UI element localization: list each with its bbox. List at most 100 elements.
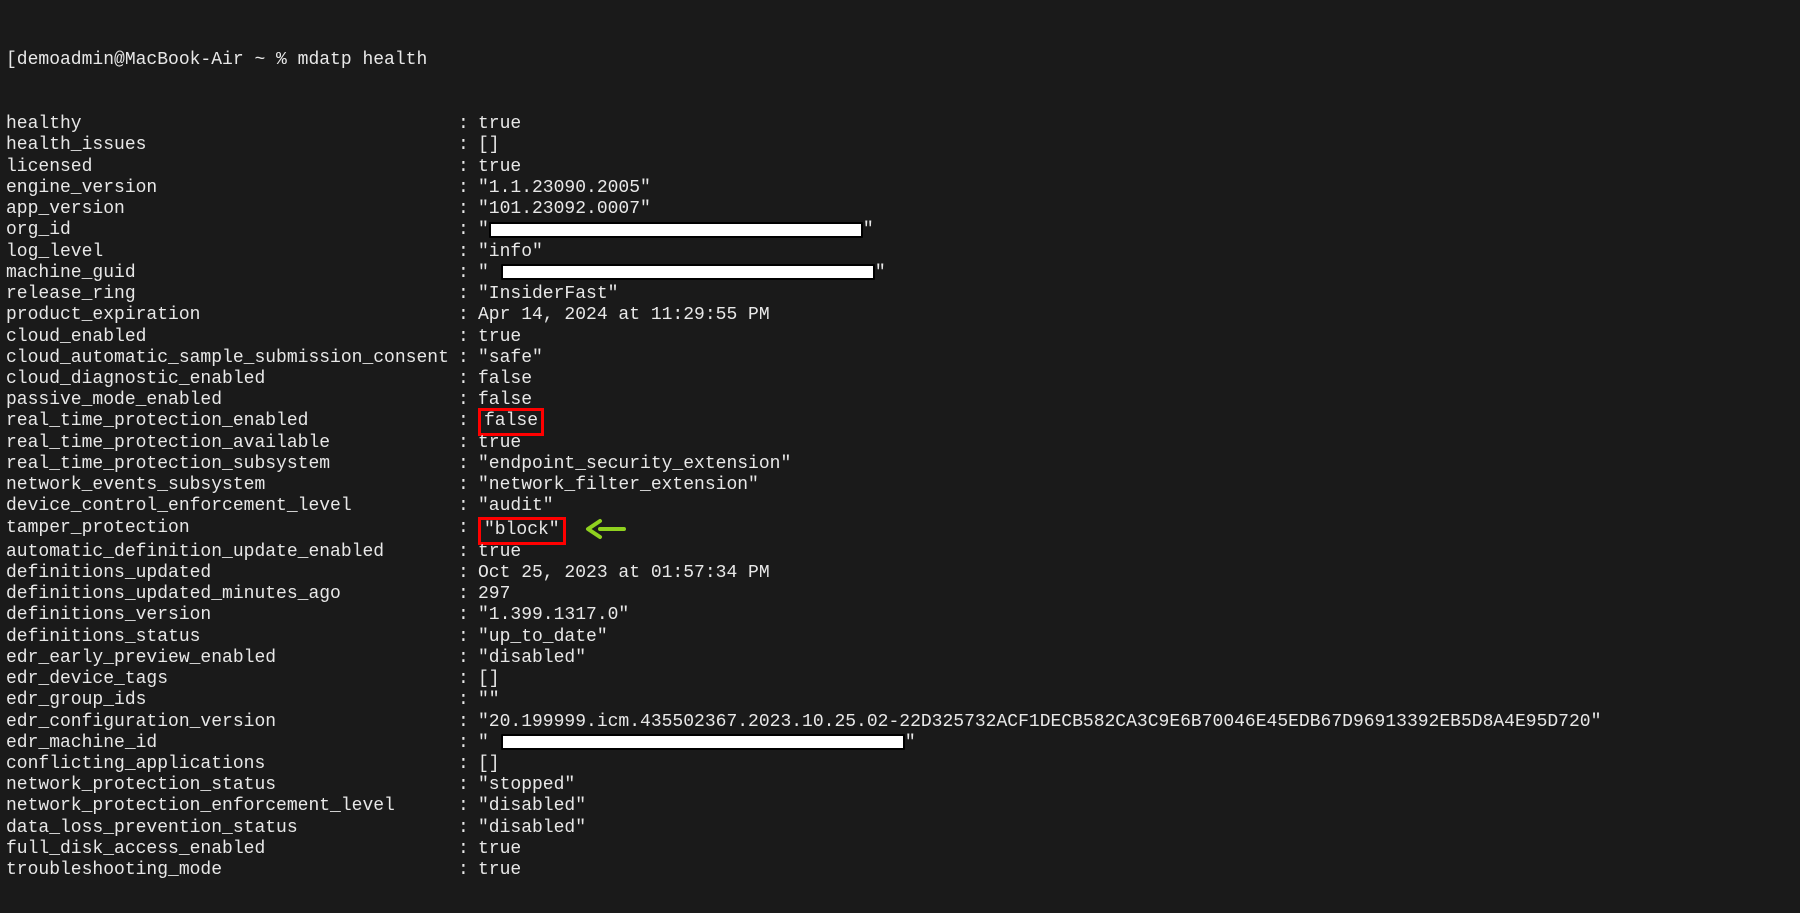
colon-separator: :	[458, 518, 478, 542]
output-row: automatic_definition_update_enabled:true	[6, 542, 1794, 563]
output-row: log_level:"info"	[6, 242, 1794, 263]
output-value: Apr 14, 2024 at 11:29:55 PM	[478, 305, 1794, 326]
colon-separator: :	[458, 348, 478, 369]
terminal-output[interactable]: [demoadmin@MacBook-Air ~ % mdatp health …	[0, 0, 1800, 913]
output-value: "up_to_date"	[478, 627, 1794, 648]
colon-separator: :	[458, 796, 478, 817]
output-key: network_protection_status	[6, 775, 458, 796]
output-key: troubleshooting_mode	[6, 860, 458, 881]
output-key: app_version	[6, 199, 458, 220]
output-row: licensed:true	[6, 157, 1794, 178]
output-key: edr_group_ids	[6, 690, 458, 711]
output-key: network_events_subsystem	[6, 475, 458, 496]
colon-separator: :	[458, 220, 478, 241]
output-row: network_protection_enforcement_level:"di…	[6, 796, 1794, 817]
output-key: network_protection_enforcement_level	[6, 796, 458, 817]
output-row: network_events_subsystem:"network_filter…	[6, 475, 1794, 496]
colon-separator: :	[458, 411, 478, 432]
output-row: app_version:"101.23092.0007"	[6, 199, 1794, 220]
output-key: log_level	[6, 242, 458, 263]
redacted-lead: "	[478, 220, 489, 240]
output-row: definitions_updated_minutes_ago:297	[6, 584, 1794, 605]
redaction-bar	[501, 264, 875, 280]
output-key: product_expiration	[6, 305, 458, 326]
output-key: passive_mode_enabled	[6, 390, 458, 411]
output-value: true	[478, 860, 1794, 881]
output-key: real_time_protection_available	[6, 433, 458, 454]
colon-separator: :	[458, 369, 478, 390]
colon-separator: :	[458, 690, 478, 711]
output-row: edr_machine_id:""	[6, 733, 1794, 754]
output-row: full_disk_access_enabled:true	[6, 839, 1794, 860]
output-value: "disabled"	[478, 648, 1794, 669]
highlight-box: false	[478, 408, 544, 435]
output-value: "1.399.1317.0"	[478, 605, 1794, 626]
output-key: licensed	[6, 157, 458, 178]
colon-separator: :	[458, 284, 478, 305]
output-row: troubleshooting_mode:true	[6, 860, 1794, 881]
output-row: cloud_enabled:true	[6, 327, 1794, 348]
output-key: edr_early_preview_enabled	[6, 648, 458, 669]
output-key: definitions_updated	[6, 563, 458, 584]
colon-separator: :	[458, 390, 478, 411]
output-value: true	[478, 542, 1794, 563]
output-row: edr_early_preview_enabled:"disabled"	[6, 648, 1794, 669]
output-row: tamper_protection:"block"	[6, 518, 1794, 542]
output-value: "block"	[478, 518, 1794, 542]
colon-separator: :	[458, 584, 478, 605]
colon-separator: :	[458, 627, 478, 648]
output-value: ""	[478, 263, 1794, 284]
redacted-lead: "	[478, 733, 489, 753]
output-value: false	[478, 369, 1794, 390]
output-key: health_issues	[6, 135, 458, 156]
colon-separator: :	[458, 242, 478, 263]
output-key: conflicting_applications	[6, 754, 458, 775]
colon-separator: :	[458, 860, 478, 881]
redacted-trail: "	[875, 263, 886, 283]
output-row: cloud_diagnostic_enabled:false	[6, 369, 1794, 390]
output-row: passive_mode_enabled:false	[6, 390, 1794, 411]
output-key: org_id	[6, 220, 458, 241]
output-key: healthy	[6, 114, 458, 135]
output-row: engine_version:"1.1.23090.2005"	[6, 178, 1794, 199]
output-row: edr_device_tags:[]	[6, 669, 1794, 690]
output-row: edr_group_ids:""	[6, 690, 1794, 711]
output-value: "InsiderFast"	[478, 284, 1794, 305]
output-row: real_time_protection_available:true	[6, 433, 1794, 454]
redaction-bar	[501, 734, 905, 750]
output-key: edr_device_tags	[6, 669, 458, 690]
output-key: release_ring	[6, 284, 458, 305]
output-row: edr_configuration_version:"20.199999.icm…	[6, 712, 1794, 733]
output-value: "disabled"	[478, 796, 1794, 817]
output-key: tamper_protection	[6, 518, 458, 542]
colon-separator: :	[458, 775, 478, 796]
output-value: true	[478, 327, 1794, 348]
output-key: machine_guid	[6, 263, 458, 284]
redacted-trail: "	[905, 733, 916, 753]
output-value: "info"	[478, 242, 1794, 263]
colon-separator: :	[458, 754, 478, 775]
colon-separator: :	[458, 157, 478, 178]
output-row: cloud_automatic_sample_submission_consen…	[6, 348, 1794, 369]
colon-separator: :	[458, 839, 478, 860]
output-key: data_loss_prevention_status	[6, 818, 458, 839]
output-value: []	[478, 754, 1794, 775]
output-value: "network_filter_extension"	[478, 475, 1794, 496]
output-row: data_loss_prevention_status:"disabled"	[6, 818, 1794, 839]
output-key: full_disk_access_enabled	[6, 839, 458, 860]
colon-separator: :	[458, 733, 478, 754]
output-key: automatic_definition_update_enabled	[6, 542, 458, 563]
output-row: conflicting_applications:[]	[6, 754, 1794, 775]
colon-separator: :	[458, 648, 478, 669]
output-row: device_control_enforcement_level:"audit"	[6, 496, 1794, 517]
output-value: "1.1.23090.2005"	[478, 178, 1794, 199]
output-row: health_issues:[]	[6, 135, 1794, 156]
output-value: []	[478, 669, 1794, 690]
highlight-box: "block"	[478, 517, 566, 544]
output-key: definitions_status	[6, 627, 458, 648]
output-value: true	[478, 839, 1794, 860]
output-key: definitions_updated_minutes_ago	[6, 584, 458, 605]
colon-separator: :	[458, 563, 478, 584]
colon-separator: :	[458, 433, 478, 454]
output-value: Oct 25, 2023 at 01:57:34 PM	[478, 563, 1794, 584]
